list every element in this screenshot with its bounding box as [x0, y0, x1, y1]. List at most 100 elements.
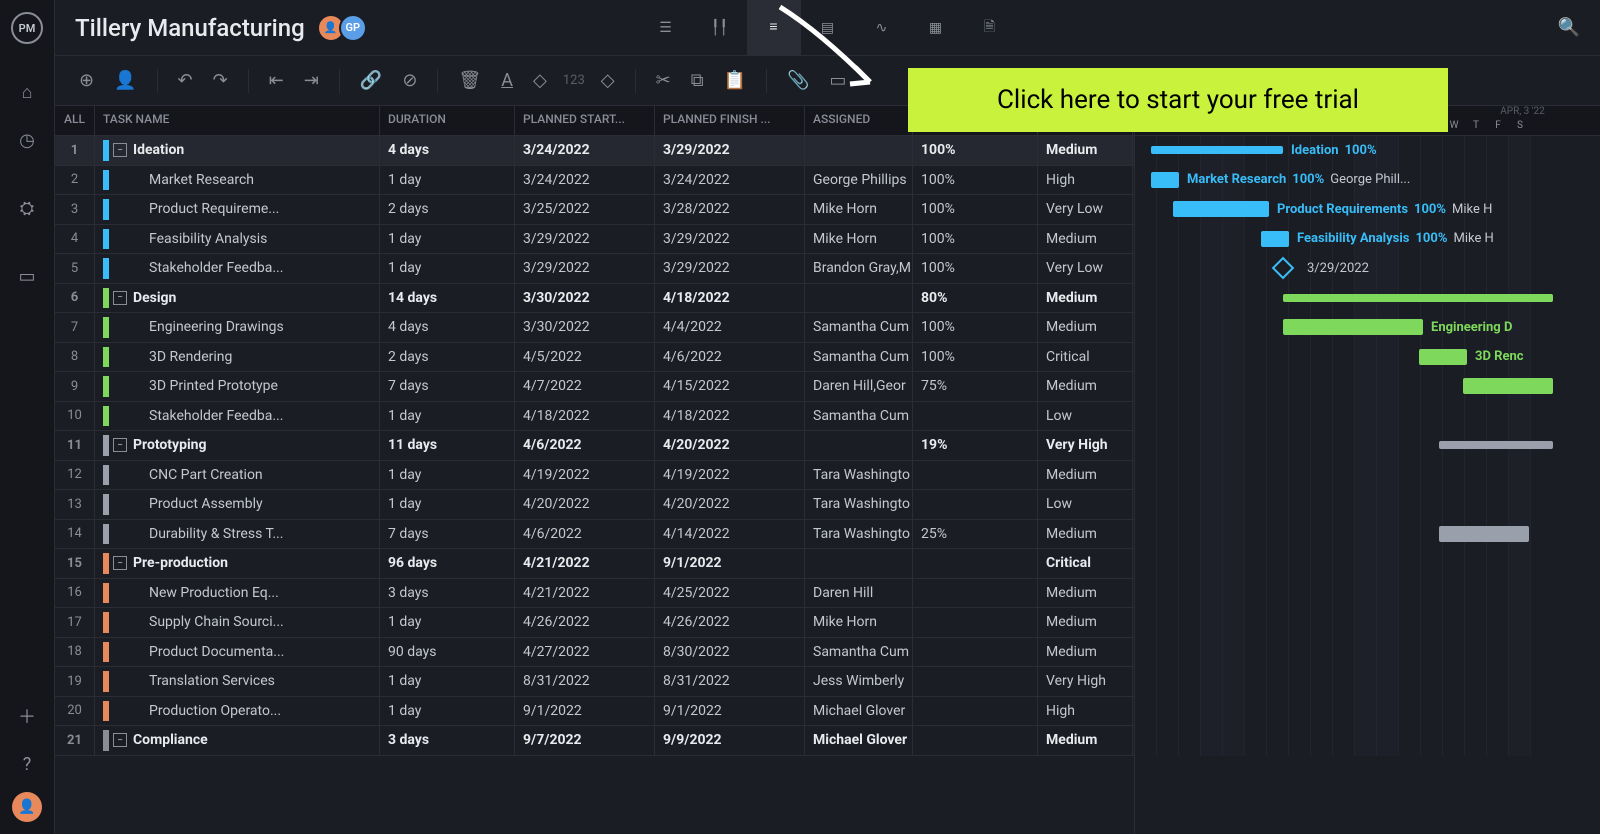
- cell-duration[interactable]: 4 days: [380, 136, 515, 165]
- gantt-row[interactable]: [1135, 608, 1600, 638]
- cell-planned-finish[interactable]: 4/18/2022: [655, 284, 805, 313]
- gantt-row[interactable]: [1135, 579, 1600, 609]
- cell-percent[interactable]: [913, 667, 1038, 696]
- table-row[interactable]: 4Feasibility Analysis1 day3/29/20223/29/…: [55, 225, 1134, 255]
- add-icon[interactable]: ＋: [7, 696, 47, 736]
- cell-planned-start[interactable]: 4/26/2022: [515, 608, 655, 637]
- gantt-row[interactable]: [1135, 638, 1600, 668]
- delete-icon[interactable]: 🗑: [454, 66, 485, 95]
- cell-priority[interactable]: Very High: [1038, 667, 1133, 696]
- cell-priority[interactable]: Medium: [1038, 136, 1133, 165]
- redo-icon[interactable]: ↷: [209, 66, 232, 95]
- cell-priority[interactable]: Medium: [1038, 225, 1133, 254]
- cell-assigned[interactable]: Tara Washingto: [805, 461, 913, 490]
- cell-planned-finish[interactable]: 3/29/2022: [655, 254, 805, 283]
- cell-task-name[interactable]: Durability & Stress T...: [95, 520, 380, 549]
- cell-duration[interactable]: 2 days: [380, 343, 515, 372]
- table-row[interactable]: 12CNC Part Creation1 day4/19/20224/19/20…: [55, 461, 1134, 491]
- cell-planned-finish[interactable]: 8/31/2022: [655, 667, 805, 696]
- table-row[interactable]: 93D Printed Prototype7 days4/7/20224/15/…: [55, 372, 1134, 402]
- table-row[interactable]: 6−Design14 days3/30/20224/18/202280%Medi…: [55, 284, 1134, 314]
- cell-planned-finish[interactable]: 4/25/2022: [655, 579, 805, 608]
- assign-icon[interactable]: 👤: [110, 66, 140, 95]
- gantt-row[interactable]: [1135, 431, 1600, 461]
- cell-assigned[interactable]: [805, 284, 913, 313]
- gantt-row[interactable]: Feasibility Analysis100%Mike H: [1135, 225, 1600, 255]
- cell-planned-start[interactable]: 4/19/2022: [515, 461, 655, 490]
- paste-icon[interactable]: 📋: [720, 66, 750, 95]
- cell-percent[interactable]: [913, 726, 1038, 755]
- cell-percent[interactable]: 100%: [913, 225, 1038, 254]
- table-row[interactable]: 10Stakeholder Feedba...1 day4/18/20224/1…: [55, 402, 1134, 432]
- cell-planned-finish[interactable]: 4/18/2022: [655, 402, 805, 431]
- gantt-row[interactable]: Market Research100%George Phill...: [1135, 166, 1600, 196]
- cell-planned-start[interactable]: 3/25/2022: [515, 195, 655, 224]
- cell-planned-finish[interactable]: 3/24/2022: [655, 166, 805, 195]
- fill-icon[interactable]: ◇: [529, 66, 551, 95]
- gantt-row[interactable]: Product Requirements100%Mike H: [1135, 195, 1600, 225]
- cell-assigned[interactable]: Jess Wimberly: [805, 667, 913, 696]
- cell-duration[interactable]: 4 days: [380, 313, 515, 342]
- cell-percent[interactable]: [913, 461, 1038, 490]
- cell-percent[interactable]: [913, 549, 1038, 578]
- cell-assigned[interactable]: Samantha Cum: [805, 343, 913, 372]
- col-task-name[interactable]: TASK NAME: [95, 106, 380, 135]
- gantt-bar[interactable]: [1439, 441, 1553, 449]
- cell-planned-finish[interactable]: 4/14/2022: [655, 520, 805, 549]
- cell-priority[interactable]: High: [1038, 697, 1133, 726]
- collapse-icon[interactable]: −: [113, 143, 127, 157]
- cell-percent[interactable]: 100%: [913, 343, 1038, 372]
- search-icon[interactable]: 🔍: [1558, 17, 1580, 38]
- cell-percent[interactable]: 19%: [913, 431, 1038, 460]
- cell-duration[interactable]: 14 days: [380, 284, 515, 313]
- gantt-bar[interactable]: [1439, 526, 1529, 542]
- cell-duration[interactable]: 3 days: [380, 726, 515, 755]
- user-avatar[interactable]: 👤: [12, 792, 42, 822]
- cell-planned-start[interactable]: 4/21/2022: [515, 549, 655, 578]
- cell-planned-start[interactable]: 3/29/2022: [515, 254, 655, 283]
- cell-assigned[interactable]: Daren Hill,Geor: [805, 372, 913, 401]
- cell-planned-start[interactable]: 8/31/2022: [515, 667, 655, 696]
- member-avatar-2[interactable]: GP: [339, 14, 367, 42]
- cell-task-name[interactable]: Feasibility Analysis: [95, 225, 380, 254]
- gantt-row[interactable]: 3D Renc: [1135, 343, 1600, 373]
- gantt-bar[interactable]: [1151, 146, 1283, 154]
- cell-task-name[interactable]: −Design: [95, 284, 380, 313]
- cell-priority[interactable]: Medium: [1038, 461, 1133, 490]
- cell-planned-finish[interactable]: 4/26/2022: [655, 608, 805, 637]
- cell-task-name[interactable]: Product Documenta...: [95, 638, 380, 667]
- cell-task-name[interactable]: −Compliance: [95, 726, 380, 755]
- cell-task-name[interactable]: −Ideation: [95, 136, 380, 165]
- cell-planned-start[interactable]: 9/1/2022: [515, 697, 655, 726]
- cell-assigned[interactable]: [805, 549, 913, 578]
- help-icon[interactable]: ?: [7, 744, 47, 784]
- cell-task-name[interactable]: Supply Chain Sourci...: [95, 608, 380, 637]
- table-row[interactable]: 3Product Requireme...2 days3/25/20223/28…: [55, 195, 1134, 225]
- table-row[interactable]: 18Product Documenta...90 days4/27/20228/…: [55, 638, 1134, 668]
- cell-planned-finish[interactable]: 4/15/2022: [655, 372, 805, 401]
- cell-percent[interactable]: 100%: [913, 254, 1038, 283]
- table-row[interactable]: 20Production Operato...1 day9/1/20229/1/…: [55, 697, 1134, 727]
- cell-planned-finish[interactable]: 9/9/2022: [655, 726, 805, 755]
- cell-planned-start[interactable]: 3/24/2022: [515, 136, 655, 165]
- cell-priority[interactable]: Very Low: [1038, 254, 1133, 283]
- cell-duration[interactable]: 1 day: [380, 608, 515, 637]
- cell-priority[interactable]: Medium: [1038, 726, 1133, 755]
- people-icon[interactable]: ⛭: [7, 188, 47, 228]
- cell-assigned[interactable]: [805, 136, 913, 165]
- cell-task-name[interactable]: −Prototyping: [95, 431, 380, 460]
- gantt-bar[interactable]: [1419, 349, 1467, 365]
- cell-task-name[interactable]: 3D Printed Prototype: [95, 372, 380, 401]
- cell-planned-finish[interactable]: 8/30/2022: [655, 638, 805, 667]
- cell-duration[interactable]: 96 days: [380, 549, 515, 578]
- cell-task-name[interactable]: Product Assembly: [95, 490, 380, 519]
- view-board-icon[interactable]: ╿╿: [693, 0, 747, 56]
- cell-planned-start[interactable]: 4/7/2022: [515, 372, 655, 401]
- font-icon[interactable]: A: [497, 66, 517, 95]
- cell-priority[interactable]: Medium: [1038, 313, 1133, 342]
- cell-assigned[interactable]: [805, 431, 913, 460]
- cell-priority[interactable]: Medium: [1038, 579, 1133, 608]
- cell-percent[interactable]: 75%: [913, 372, 1038, 401]
- cell-percent[interactable]: 100%: [913, 313, 1038, 342]
- cell-planned-start[interactable]: 9/7/2022: [515, 726, 655, 755]
